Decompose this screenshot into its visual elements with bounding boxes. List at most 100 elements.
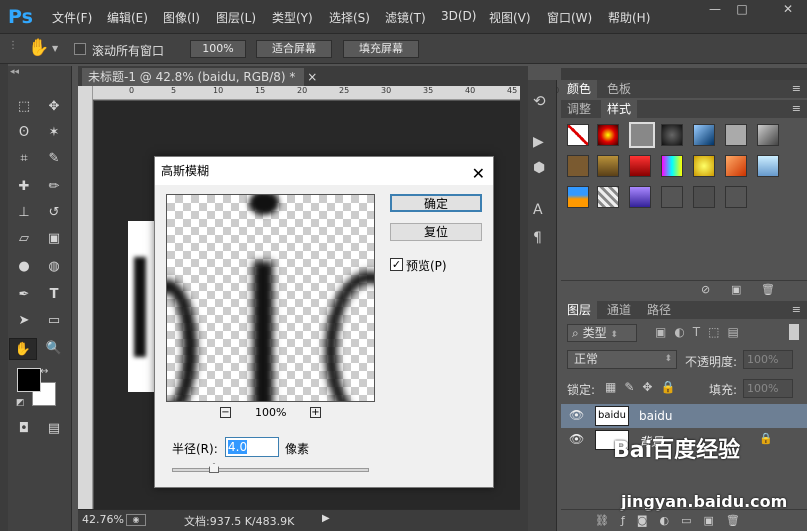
menu-view[interactable]: 视图(V)	[489, 9, 531, 26]
blend-mode-select[interactable]: 正常 ⬍	[567, 350, 677, 369]
document-tab-close-icon[interactable]: ×	[307, 70, 317, 84]
type-tool-icon[interactable]: T	[42, 284, 66, 306]
crop-tool-icon[interactable]: ⌗	[12, 148, 36, 170]
preview-checkbox[interactable]: ✓	[390, 258, 403, 271]
clear-style-icon[interactable]: ⊘	[701, 283, 710, 296]
zoom-in-button[interactable]: +	[310, 407, 321, 418]
status-info-icon[interactable]: ◉	[126, 514, 146, 526]
delete-style-icon[interactable]: 🗑	[761, 283, 775, 296]
blur-tool-icon[interactable]: ●	[12, 256, 36, 278]
opacity-input[interactable]: 100%	[743, 350, 793, 369]
style-swatch[interactable]	[629, 155, 651, 177]
filter-toggle[interactable]	[789, 324, 799, 340]
tab-styles[interactable]: 样式	[601, 100, 638, 118]
menu-edit[interactable]: 编辑(E)	[107, 9, 148, 26]
menu-help[interactable]: 帮助(H)	[608, 9, 650, 26]
fill-screen-button[interactable]: 填充屏幕	[343, 40, 419, 58]
menu-file[interactable]: 文件(F)	[52, 9, 92, 26]
style-swatch[interactable]	[725, 186, 747, 208]
tab-layers[interactable]: 图层	[561, 301, 598, 319]
dodge-tool-icon[interactable]: ◍	[42, 256, 66, 278]
layer-name[interactable]: baidu	[639, 409, 673, 423]
default-colors-icon[interactable]: ◩	[16, 398, 25, 408]
maximize-icon[interactable]: □	[730, 2, 754, 18]
eye-icon[interactable]: 👁	[569, 432, 584, 446]
minimize-icon[interactable]: —	[703, 2, 727, 18]
eye-icon[interactable]: 👁	[569, 408, 584, 422]
style-swatch[interactable]	[661, 186, 683, 208]
document-image[interactable]	[128, 221, 156, 392]
marquee-tool-icon[interactable]: ⬚	[12, 96, 36, 118]
history-panel-icon[interactable]: ⟲	[533, 92, 546, 110]
style-swatch[interactable]	[693, 124, 715, 146]
panel-menu-icon[interactable]: ≡	[792, 82, 801, 95]
style-swatch[interactable]	[725, 155, 747, 177]
styles-menu-icon[interactable]: ≡	[792, 102, 801, 115]
style-swatch[interactable]	[597, 124, 619, 146]
tab-paths[interactable]: 路径	[641, 301, 677, 319]
gradient-tool-icon[interactable]: ▣	[42, 228, 66, 250]
lock-icons[interactable]: ▦✎✥🔒	[605, 380, 683, 394]
character-panel-icon[interactable]: A	[533, 202, 543, 218]
menu-filter[interactable]: 滤镜(T)	[385, 9, 426, 26]
path-select-icon[interactable]: ➤	[12, 310, 36, 332]
brush-tool-icon[interactable]: ✏	[42, 176, 66, 198]
style-swatch[interactable]	[597, 155, 619, 177]
lasso-tool-icon[interactable]: ʘ	[12, 122, 36, 144]
scroll-all-checkbox[interactable]	[74, 43, 86, 55]
hand-tool-preset-icon[interactable]: ✋	[28, 38, 49, 58]
paragraph-panel-icon[interactable]: ¶	[533, 230, 542, 246]
style-swatch[interactable]	[597, 186, 619, 208]
menu-3d[interactable]: 3D(D)	[441, 9, 476, 23]
radius-slider-track[interactable]	[172, 468, 369, 472]
style-swatch[interactable]	[693, 186, 715, 208]
swap-colors-icon[interactable]: ↔	[40, 366, 48, 377]
menu-type[interactable]: 类型(Y)	[272, 9, 313, 26]
style-swatch[interactable]	[725, 124, 747, 146]
3d-panel-icon[interactable]: ⬢	[533, 160, 545, 176]
menu-window[interactable]: 窗口(W)	[547, 9, 592, 26]
chevron-down-icon[interactable]: ▼	[52, 44, 58, 53]
style-swatch[interactable]	[567, 186, 589, 208]
status-menu-arrow-icon[interactable]: ▶	[322, 513, 330, 524]
dialog-close-icon[interactable]: ✕	[472, 160, 485, 188]
pen-tool-icon[interactable]: ✒	[12, 284, 36, 306]
quick-mask-icon[interactable]: ◘	[12, 418, 36, 440]
collapse-icon[interactable]: ◂◂	[10, 67, 19, 77]
magic-wand-icon[interactable]: ✶	[42, 122, 66, 144]
radius-slider-handle[interactable]	[209, 463, 219, 473]
menu-select[interactable]: 选择(S)	[329, 9, 370, 26]
tab-swatches[interactable]: 色板	[601, 80, 637, 98]
healing-brush-icon[interactable]: ✚	[12, 176, 36, 198]
hand-tool-icon[interactable]: ✋	[9, 338, 37, 360]
layer-filter-icons[interactable]: ▣◐T⬚▤	[655, 325, 747, 339]
style-swatch[interactable]	[757, 155, 779, 177]
screen-mode-icon[interactable]: ▤	[42, 418, 66, 440]
style-swatch[interactable]	[693, 155, 715, 177]
tab-channels[interactable]: 通道	[601, 301, 637, 319]
rectangle-tool-icon[interactable]: ▭	[42, 310, 66, 332]
layers-menu-icon[interactable]: ≡	[792, 303, 801, 316]
layer-filter-select[interactable]: ⌕ 类型 ⬍	[567, 324, 637, 342]
move-tool-icon[interactable]: ✥	[42, 96, 66, 118]
layer-row-baidu[interactable]: 👁 baidu baidu	[561, 404, 807, 428]
style-swatch[interactable]	[567, 155, 589, 177]
document-tab[interactable]: 未标题-1 @ 42.8% (baidu, RGB/8) * ×	[82, 68, 317, 86]
foreground-color-swatch[interactable]	[17, 368, 41, 392]
style-swatch-selected[interactable]	[629, 122, 655, 148]
menu-image[interactable]: 图像(I)	[163, 9, 200, 26]
zoom-100-button[interactable]: 100%	[190, 40, 246, 58]
style-none[interactable]	[567, 124, 589, 146]
style-swatch[interactable]	[757, 124, 779, 146]
clone-stamp-icon[interactable]: ⊥	[12, 202, 36, 224]
style-swatch[interactable]	[661, 155, 683, 177]
history-brush-icon[interactable]: ↺	[42, 202, 66, 224]
eyedropper-icon[interactable]: ✎	[42, 148, 66, 170]
fill-input[interactable]: 100%	[743, 379, 793, 398]
status-zoom[interactable]: 42.76%	[82, 513, 124, 526]
eraser-icon[interactable]: ▱	[12, 228, 36, 250]
tab-color[interactable]: 颜色	[561, 80, 598, 98]
tab-adjustments[interactable]: 调整	[561, 100, 597, 118]
zoom-out-button[interactable]: −	[220, 407, 231, 418]
layers-footer-icons[interactable]: ⛓ƒ◙◐▭▣🗑	[595, 514, 752, 527]
